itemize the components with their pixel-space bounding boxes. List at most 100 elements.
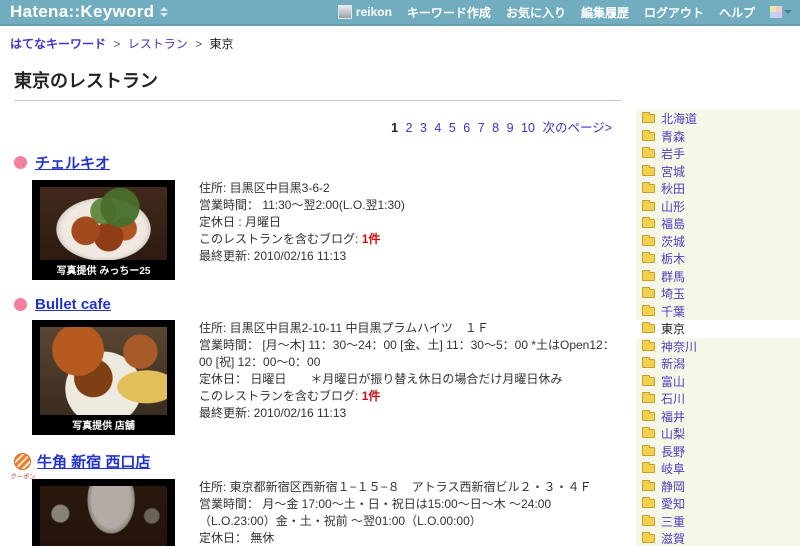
page-link[interactable]: 4 [434, 121, 441, 135]
hours-line: 営業時間： 月〜金 17:00〜土・日・祝日は15:00〜日〜木 〜24:00（… [199, 497, 552, 528]
sidebar-item-miyagi[interactable]: 宮城 [636, 162, 800, 180]
prefecture-link[interactable]: 群馬 [661, 268, 685, 285]
folder-icon [642, 217, 655, 229]
prefecture-link[interactable]: 千葉 [661, 303, 685, 320]
menu-help[interactable]: ヘルプ [719, 4, 755, 21]
prefecture-link[interactable]: 富山 [661, 373, 685, 390]
hatena-services-icon[interactable] [770, 6, 792, 18]
prefecture-link[interactable]: 青森 [661, 128, 685, 145]
sidebar-item-aichi[interactable]: 愛知 [636, 495, 800, 513]
entry-body: 住所: 東京都新宿区西新宿１−１５−８ アトラス西新宿ビル２・３・４Ｆ 営業時間… [14, 479, 622, 546]
page-link[interactable]: 2 [406, 121, 413, 135]
coupon-icon [14, 453, 31, 470]
sidebar-item-shiga[interactable]: 滋賀 [636, 530, 800, 546]
sidebar-item-akita[interactable]: 秋田 [636, 180, 800, 198]
restaurant-details: 住所: 目黒区中目黒2-10-11 中目黒プラムハイツ １Ｆ 営業時間： [月〜… [199, 320, 619, 422]
prefecture-link[interactable]: 宮城 [661, 163, 685, 180]
folder-icon [642, 199, 655, 211]
folder-icon [642, 444, 655, 456]
prefecture-link[interactable]: 岩手 [661, 145, 685, 162]
sidebar-item-fukui[interactable]: 福井 [636, 407, 800, 425]
prefecture-link[interactable]: 茨城 [661, 233, 685, 250]
restaurant-details: 住所: 東京都新宿区西新宿１−１５−８ アトラス西新宿ビル２・３・４Ｆ 営業時間… [199, 479, 619, 546]
entry-body: 写真提供 店舗 住所: 目黒区中目黒2-10-11 中目黒プラムハイツ １Ｆ 営… [14, 320, 622, 435]
folder-icon [642, 339, 655, 351]
sidebar-item-chiba[interactable]: 千葉 [636, 302, 800, 320]
menu-keyword-create[interactable]: キーワード作成 [407, 4, 491, 21]
page-link[interactable]: 7 [478, 121, 485, 135]
sidebar-item-ibaraki[interactable]: 茨城 [636, 232, 800, 250]
page-link[interactable]: 3 [420, 121, 427, 135]
prefecture-link[interactable]: 岐阜 [661, 460, 685, 477]
sidebar-item-toyama[interactable]: 富山 [636, 372, 800, 390]
user-menu[interactable]: reikon [337, 5, 392, 19]
hours-line: 営業時間： 11:30〜翌2:00(L.O.翌1:30) [199, 198, 405, 212]
prefecture-link[interactable]: 山形 [661, 198, 685, 215]
restaurant-photo[interactable]: 写真提供 みっちー25 [32, 180, 175, 280]
sidebar-item-niigata[interactable]: 新潟 [636, 355, 800, 373]
restaurant-photo[interactable]: 写真提供 店舗 [32, 320, 175, 435]
page-link[interactable]: 10 [521, 121, 535, 135]
sidebar-item-hokkaido[interactable]: 北海道 [636, 110, 800, 128]
prefecture-link[interactable]: 栃木 [661, 250, 685, 267]
prefecture-link[interactable]: 東京 [661, 320, 685, 337]
folder-icon [642, 392, 655, 404]
sidebar-item-aomori[interactable]: 青森 [636, 127, 800, 145]
sidebar-item-mie[interactable]: 三重 [636, 512, 800, 530]
prefecture-link[interactable]: 石川 [661, 390, 685, 407]
sidebar-item-nagano[interactable]: 長野 [636, 442, 800, 460]
prefecture-link[interactable]: 秋田 [661, 180, 685, 197]
breadcrumb-restaurant[interactable]: レストラン [128, 37, 188, 51]
prefecture-link[interactable]: 愛知 [661, 495, 685, 512]
restaurant-name-link[interactable]: Bullet cafe [35, 296, 111, 313]
sidebar-item-saitama[interactable]: 埼玉 [636, 285, 800, 303]
folder-icon [642, 252, 655, 264]
site-logo[interactable]: Hatena::Keyword [10, 2, 169, 22]
sidebar-item-gunma[interactable]: 群馬 [636, 267, 800, 285]
restaurant-name-link[interactable]: チェルキオ [35, 152, 110, 173]
chevron-down-icon [784, 10, 792, 14]
prefecture-link[interactable]: 神奈川 [661, 338, 697, 355]
prefecture-link[interactable]: 埼玉 [661, 285, 685, 302]
sidebar-item-gifu[interactable]: 岐阜 [636, 460, 800, 478]
sidebar-item-yamagata[interactable]: 山形 [636, 197, 800, 215]
prefecture-link[interactable]: 滋賀 [661, 530, 685, 546]
sidebar-item-kanagawa[interactable]: 神奈川 [636, 337, 800, 355]
blog-count-link[interactable]: 1件 [362, 232, 381, 246]
menu-favorites[interactable]: お気に入り [506, 4, 566, 21]
blog-count-link[interactable]: 1件 [362, 389, 381, 403]
sidebar-item-shizuoka[interactable]: 静岡 [636, 477, 800, 495]
folder-icon [642, 182, 655, 194]
page-link[interactable]: 5 [449, 121, 456, 135]
page-link[interactable]: 9 [507, 121, 514, 135]
next-page-link[interactable]: 次のページ> [542, 121, 612, 135]
menu-logout[interactable]: ログアウト [644, 4, 704, 21]
sidebar-item-ishikawa[interactable]: 石川 [636, 390, 800, 408]
page-link[interactable]: 8 [492, 121, 499, 135]
prefecture-link[interactable]: 三重 [661, 513, 685, 530]
logo-toggle-icon[interactable] [160, 7, 169, 17]
user-avatar-icon [337, 5, 352, 19]
page-link[interactable]: 6 [463, 121, 470, 135]
breadcrumb-hatena-keyword[interactable]: はてなキーワード [10, 37, 106, 51]
sidebar-item-iwate[interactable]: 岩手 [636, 145, 800, 163]
restaurant-photo[interactable] [32, 479, 175, 546]
prefecture-link[interactable]: 北海道 [661, 110, 697, 127]
folder-icon [642, 479, 655, 491]
folder-icon [642, 269, 655, 281]
prefecture-link[interactable]: 長野 [661, 443, 685, 460]
sidebar-item-tokyo-current[interactable]: 東京 [636, 320, 800, 338]
sidebar-item-tochigi[interactable]: 栃木 [636, 250, 800, 268]
services-grid-icon [770, 6, 782, 18]
sidebar-item-yamanashi[interactable]: 山梨 [636, 425, 800, 443]
folder-icon [642, 532, 655, 544]
prefecture-link[interactable]: 新潟 [661, 355, 685, 372]
prefecture-link[interactable]: 静岡 [661, 478, 685, 495]
prefecture-link[interactable]: 福井 [661, 408, 685, 425]
menu-edit-history[interactable]: 編集履歴 [581, 4, 629, 21]
sidebar-item-fukushima[interactable]: 福島 [636, 215, 800, 233]
restaurant-name-link[interactable]: 牛角 新宿 西口店 [37, 451, 150, 472]
address-line: 住所: 目黒区中目黒2-10-11 中目黒プラムハイツ １Ｆ [199, 321, 489, 335]
prefecture-link[interactable]: 山梨 [661, 425, 685, 442]
prefecture-link[interactable]: 福島 [661, 215, 685, 232]
